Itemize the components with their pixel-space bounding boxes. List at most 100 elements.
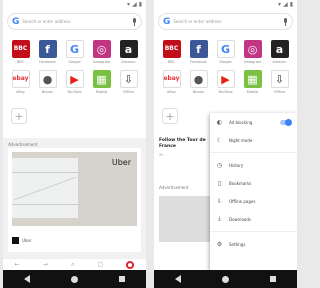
speed-dial-mobile[interactable]: ▦ Mobile: [239, 70, 266, 94]
nav-recents-icon[interactable]: [270, 276, 277, 282]
speed-dial-bbc[interactable]: BBC BBC: [7, 40, 34, 64]
speed-dial-instagram[interactable]: ◎ Instagram: [88, 40, 115, 64]
speed-dial-nissan[interactable]: ● Nissan: [34, 70, 61, 94]
nav-recents-icon[interactable]: [119, 276, 126, 282]
speed-dial-youtube[interactable]: ▶ YouTube: [61, 70, 88, 94]
search-input[interactable]: Search or enter address: [22, 19, 131, 24]
speed-dial-google[interactable]: G Google: [61, 40, 88, 64]
moon-icon: ☾: [216, 136, 223, 144]
speed-dial-amazon[interactable]: a Amazon: [266, 40, 293, 64]
mic-icon[interactable]: [131, 17, 137, 26]
nav-home-icon[interactable]: [70, 275, 78, 283]
speed-dial-label: BBC: [167, 60, 176, 64]
shield-icon: ◐: [216, 118, 223, 126]
search-icon[interactable]: ⌕: [71, 261, 74, 269]
news-feed: Advertisement Uber Uber: [3, 138, 146, 258]
ad-card[interactable]: Uber Uber: [8, 148, 141, 252]
instagram-icon: ◎: [92, 40, 111, 58]
speed-dial-label: Google: [219, 60, 232, 64]
speed-dial-youtube[interactable]: ▶ YouTube: [212, 70, 239, 94]
signal-icon: ◢: [132, 1, 137, 8]
opera-menu: ◐ Ad blocking ☾ Night mode ◷ History ▯ Bookmark…: [210, 113, 297, 270]
menu-divider: [210, 231, 297, 232]
status-bar: ▾ ◢ ▮: [3, 0, 146, 10]
map-graphic: [12, 158, 78, 218]
browser-bottom-bar: ← → ⌕ ▢: [3, 258, 146, 270]
ad-image: Uber: [12, 152, 137, 226]
wifi-icon: ▾: [127, 1, 131, 8]
phone-home: ▾ ◢ ▮ G Search or enter address BBC BBC f F…: [3, 0, 146, 288]
amazon-icon: a: [270, 40, 289, 58]
forward-icon[interactable]: →: [43, 261, 48, 268]
speed-dial-label: Mobile: [246, 90, 259, 94]
nav-back-icon[interactable]: [23, 275, 30, 283]
speed-dial-label: eBay: [167, 90, 176, 94]
speed-dial-ebay[interactable]: ebay eBay: [7, 70, 34, 94]
menu-item-offline-pages[interactable]: ⇩ Offline pages: [210, 192, 297, 210]
menu-item-label: Ad blocking: [229, 119, 253, 125]
speed-dial-google[interactable]: G Google: [212, 40, 239, 64]
menu-item-history[interactable]: ◷ History: [210, 156, 297, 174]
battery-icon: ▮: [289, 1, 293, 8]
menu-item-label: Offline pages: [229, 198, 256, 204]
tabs-icon[interactable]: ▢: [98, 261, 104, 268]
speed-dial-facebook[interactable]: f Facebook: [185, 40, 212, 64]
speed-dial-bbc[interactable]: BBC BBC: [158, 40, 185, 64]
speed-dial-offline[interactable]: ⇩ Offline: [266, 70, 293, 94]
speed-dial-label: Facebook: [39, 60, 56, 64]
speed-dial-amazon[interactable]: a Amazon: [115, 40, 142, 64]
google-g-icon: G: [163, 16, 171, 27]
phone-menu-open: ▾ ◢ ▮ G Search or enter address BBC BBC f F…: [154, 0, 297, 288]
wifi-icon: ▾: [278, 1, 282, 8]
facebook-icon: f: [189, 40, 208, 58]
menu-item-label: Bookmarks: [229, 180, 252, 186]
menu-item-settings[interactable]: ⚙ Settings: [210, 235, 297, 253]
news-title: Follow the Tour de France: [159, 138, 206, 149]
nissan-icon: ●: [189, 70, 208, 88]
menu-divider: [210, 152, 297, 153]
battery-icon: ▮: [138, 1, 142, 8]
search-bar[interactable]: G Search or enter address: [7, 13, 142, 30]
speed-dial-label: Offline: [273, 90, 286, 94]
settings-icon: ⚙: [216, 240, 223, 248]
search-input[interactable]: Search or enter address: [173, 19, 282, 24]
speed-dial-label: Instagram: [92, 60, 111, 64]
back-icon[interactable]: ←: [15, 261, 20, 268]
speed-dial-facebook[interactable]: f Facebook: [34, 40, 61, 64]
status-bar: ▾ ◢ ▮: [154, 0, 297, 10]
menu-item-downloads[interactable]: ⤓ Downloads: [210, 210, 297, 228]
menu-item-night-mode[interactable]: ☾ Night mode: [210, 131, 297, 149]
speed-dial-offline[interactable]: ⇩ Offline: [115, 70, 142, 94]
add-speed-dial-button[interactable]: +: [11, 108, 27, 124]
speed-dial-grid: BBC BBC f Facebook G Google ◎ Instagram a Amazon e…: [158, 40, 293, 94]
search-bar[interactable]: G Search or enter address: [158, 13, 293, 30]
opera-menu-icon[interactable]: [126, 260, 135, 269]
speed-dial-label: Offline: [122, 90, 135, 94]
ad-blocking-toggle[interactable]: [280, 118, 292, 126]
mic-icon[interactable]: [282, 17, 288, 26]
speed-dial-mobile[interactable]: ▦ Mobile: [88, 70, 115, 94]
nav-back-icon[interactable]: [174, 275, 181, 283]
youtube-icon: ▶: [216, 70, 235, 88]
speed-dial-grid: BBC BBC f Facebook G Google ◎ Instagram a Amazon e…: [7, 40, 142, 94]
google-g-icon: G: [12, 16, 20, 27]
menu-item-label: History: [229, 162, 244, 168]
menu-item-label: Night mode: [229, 137, 253, 143]
news-item[interactable]: Follow the Tour de France 2h: [159, 138, 215, 157]
menu-item-bookmarks[interactable]: ▯ Bookmarks: [210, 174, 297, 192]
speed-dial-label: Amazon: [121, 60, 136, 64]
amazon-icon: a: [119, 40, 138, 58]
download-icon: ⤓: [218, 215, 221, 222]
uber-logo: Uber: [111, 158, 131, 167]
speed-dial-label: BBC: [16, 60, 25, 64]
speed-dial-ebay[interactable]: ebay eBay: [158, 70, 185, 94]
facebook-icon: f: [38, 40, 57, 58]
nav-home-icon[interactable]: [221, 275, 229, 283]
speed-dial-label: YouTube: [67, 90, 82, 94]
menu-item-ad-blocking[interactable]: ◐ Ad blocking: [210, 113, 297, 131]
add-speed-dial-button[interactable]: +: [162, 108, 178, 124]
speed-dial-instagram[interactable]: ◎ Instagram: [239, 40, 266, 64]
nissan-icon: ●: [38, 70, 57, 88]
speed-dial-nissan[interactable]: ● Nissan: [185, 70, 212, 94]
speed-dial-label: eBay: [16, 90, 25, 94]
